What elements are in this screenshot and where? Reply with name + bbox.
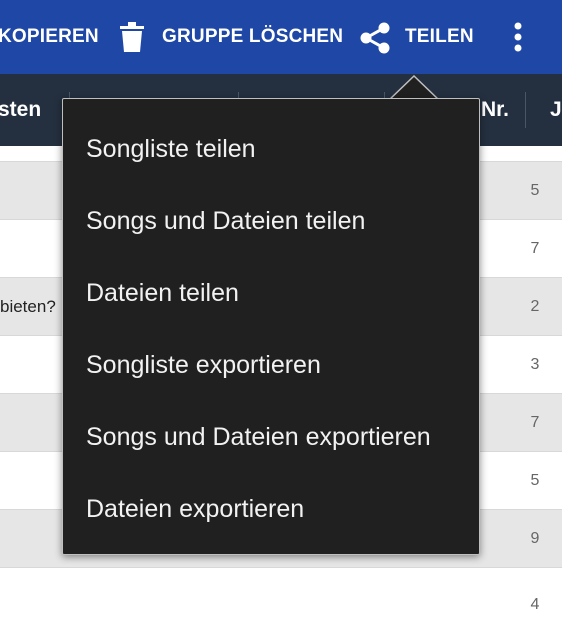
row-number: 3 (530, 356, 540, 373)
menu-item-share-songlist[interactable]: Songliste teilen (86, 113, 256, 185)
menu-item-share-songs-and-files[interactable]: Songs und Dateien teilen (86, 185, 365, 257)
row-number: 2 (530, 298, 540, 315)
row-number: 7 (530, 414, 540, 431)
copy-button[interactable]: KOPIEREN (0, 0, 99, 74)
popup-pointer (389, 75, 439, 100)
menu-item-export-songlist[interactable]: Songliste exportieren (86, 329, 321, 401)
trash-icon[interactable] (120, 22, 144, 52)
column-header-nr[interactable]: Nr. (481, 74, 509, 146)
share-icon[interactable] (360, 22, 390, 54)
overflow-menu-icon[interactable] (513, 22, 523, 52)
share-button[interactable]: TEILEN (405, 0, 474, 74)
menu-item-share-files[interactable]: Dateien teilen (86, 257, 239, 329)
row-number: 9 (530, 530, 540, 547)
row-number: 7 (530, 240, 540, 257)
share-menu: Songliste teilen Songs und Dateien teile… (62, 98, 480, 555)
row-number: 4 (530, 596, 540, 613)
column-divider (525, 92, 526, 128)
menu-item-export-songs-and-files[interactable]: Songs und Dateien exportieren (86, 401, 431, 473)
row-number: 5 (530, 182, 540, 199)
table-row[interactable]: 4 (0, 568, 562, 613)
column-header-title[interactable]: sten (0, 74, 41, 146)
top-toolbar: KOPIEREN GRUPPE LÖSCHEN TEILEN (0, 0, 562, 74)
menu-item-export-files[interactable]: Dateien exportieren (86, 473, 304, 545)
delete-group-button[interactable]: GRUPPE LÖSCHEN (162, 0, 343, 74)
column-header-last[interactable]: J (550, 74, 562, 146)
row-title: bieten? (0, 297, 56, 316)
row-number: 5 (530, 472, 540, 489)
